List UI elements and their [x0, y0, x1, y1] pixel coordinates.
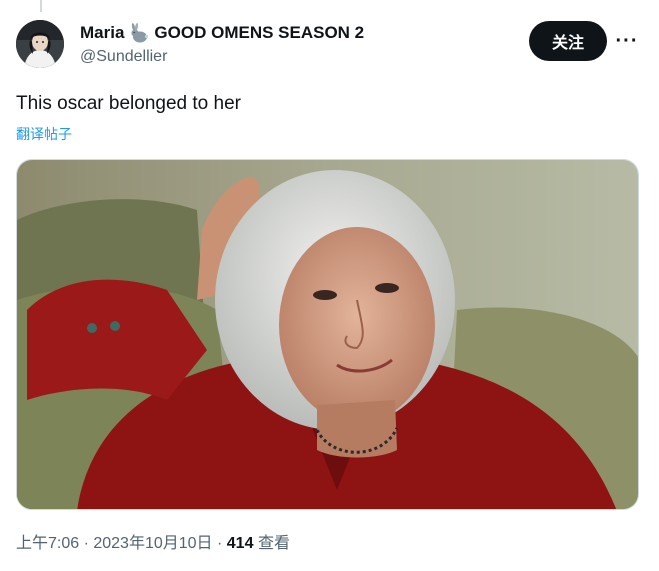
tweet-author: Maria GOOD OMENS SEASON 2 @Sundellier — [80, 22, 364, 68]
views-count: 414 — [226, 535, 254, 552]
author-name[interactable]: Maria — [80, 22, 124, 44]
thread-connector-line — [40, 0, 42, 12]
photo-illustration — [17, 160, 638, 509]
more-horizontal-icon[interactable]: ··· — [612, 27, 642, 55]
avatar-image — [16, 20, 64, 68]
tweet-meta: 上午7:06 · 2023年10月10日 · 414 查看 — [16, 533, 290, 555]
follow-button[interactable]: 关注 — [529, 21, 607, 61]
tweet-timestamp[interactable]: 上午7:06 · 2023年10月10日 — [16, 535, 213, 552]
tweet-photo[interactable] — [16, 159, 639, 510]
author-name-suffix[interactable]: GOOD OMENS SEASON 2 — [154, 22, 364, 44]
author-name-row[interactable]: Maria GOOD OMENS SEASON 2 — [80, 22, 364, 44]
views-label: 查看 — [257, 535, 290, 552]
meta-separator: · — [212, 535, 227, 552]
rabbit-icon — [128, 22, 150, 44]
tweet-text: This oscar belonged to her — [16, 93, 241, 114]
author-handle[interactable]: @Sundellier — [80, 46, 364, 68]
translate-post-link[interactable]: 翻译帖子 — [16, 124, 72, 144]
author-avatar[interactable] — [16, 20, 64, 68]
